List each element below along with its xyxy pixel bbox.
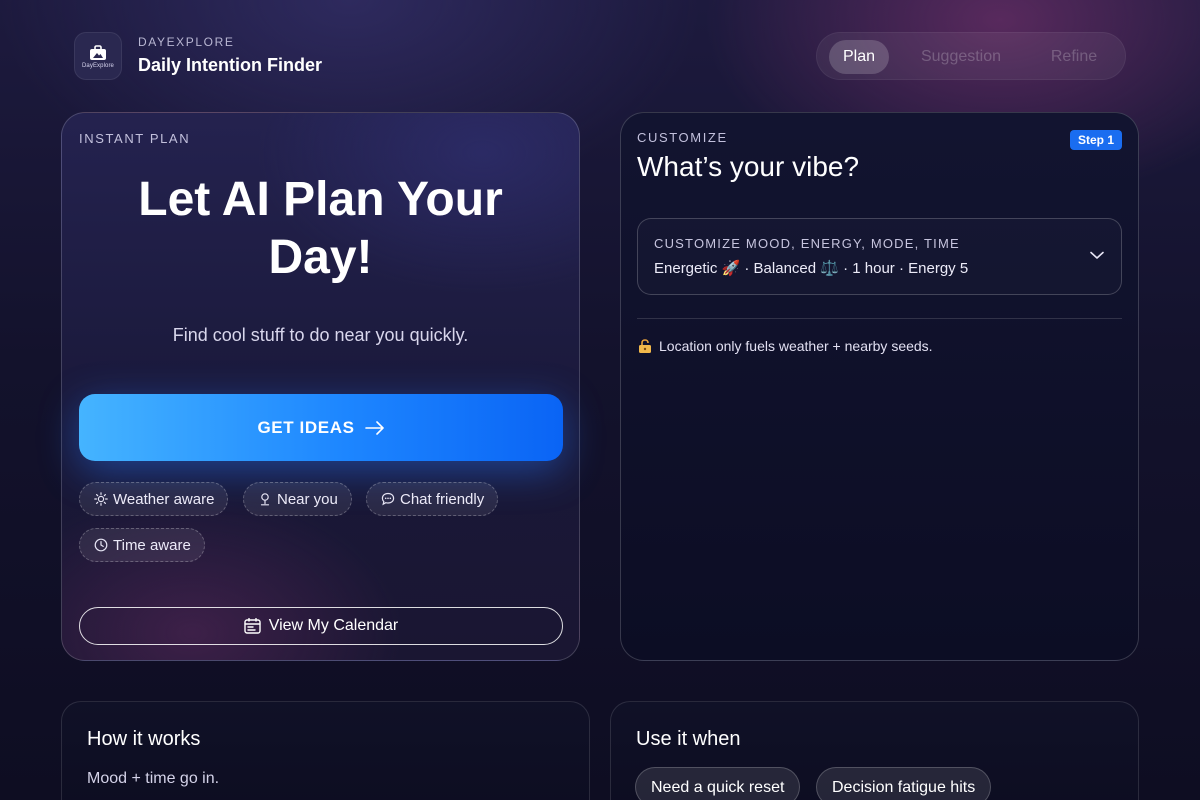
location-pin-icon [260,493,270,506]
chip-time-aware[interactable]: Time aware [79,528,205,562]
instant-plan-eyebrow: INSTANT PLAN [79,131,191,146]
use-it-when-card: Use it when Need a quick reset Decision … [610,701,1139,800]
divider [637,318,1122,319]
chip-label: Near you [277,490,338,508]
dropdown-value: Energetic 🚀 · Balanced ⚖️ · 1 hour · Ene… [654,260,969,277]
pill-decision-fatigue[interactable]: Decision fatigue hits [816,767,992,800]
tab-suggestion[interactable]: Suggestion [911,40,1011,74]
brand: DAYEXPLORE Daily Intention Finder [138,35,322,76]
lock-icon [639,339,651,353]
hero-title-line-2: Day! [268,231,373,284]
dropdown-label: CUSTOMIZE MOOD, ENERGY, MODE, TIME [654,236,960,251]
clock-icon [94,538,108,552]
chip-near-you[interactable]: Near you [243,482,352,516]
tab-bar: Plan Suggestion Refine [816,32,1126,80]
customize-eyebrow: CUSTOMIZE [637,130,728,145]
bag-icon [90,45,106,60]
chip-label: Weather aware [113,490,215,508]
pill-quick-reset[interactable]: Need a quick reset [635,767,801,800]
customize-card: CUSTOMIZE Step 1 What’s your vibe? CUSTO… [620,112,1139,661]
tab-plan[interactable]: Plan [829,40,889,74]
location-note-text: Location only fuels weather + nearby see… [659,338,933,354]
chat-bubble-icon [381,492,395,506]
app-title: Daily Intention Finder [138,55,323,75]
get-ideas-label: GET IDEAS [257,417,355,437]
vibe-title: What’s your vibe? [637,151,860,182]
chip-weather-aware[interactable]: Weather aware [79,482,229,516]
chevron-down-icon [1090,251,1104,259]
chip-chat-friendly[interactable]: Chat friendly [366,482,499,516]
step-badge: Step 1 [1069,130,1122,150]
how-it-works-card: How it works Mood + time go in. [61,701,590,800]
chip-label: Chat friendly [400,490,485,508]
use-it-when-title: Use it when [636,728,741,750]
location-note: Location only fuels weather + nearby see… [637,338,933,354]
get-ideas-button[interactable]: GET IDEAS [79,394,563,461]
hero-title: Let AI Plan Your Day! [62,171,579,287]
view-calendar-label: View My Calendar [268,617,399,634]
sun-icon [94,492,108,506]
app-logo[interactable]: DayExplore [74,32,122,80]
how-it-works-title: How it works [87,728,201,750]
brand-eyebrow: DAYEXPLORE [138,35,235,49]
how-it-works-text: Mood + time go in. [87,770,220,787]
chip-label: Time aware [113,536,191,554]
arrow-right-icon [364,420,384,435]
app-header: DayExplore DAYEXPLORE Daily Intention Fi… [74,32,1126,80]
instant-plan-card: INSTANT PLAN Let AI Plan Your Day! Find … [61,112,580,661]
hero-subtitle: Find cool stuff to do near you quickly. [172,325,469,345]
hero-title-line-1: Let AI Plan Your [138,173,503,226]
view-calendar-button[interactable]: View My Calendar [79,607,563,645]
customize-dropdown[interactable]: CUSTOMIZE MOOD, ENERGY, MODE, TIME Energ… [637,218,1122,295]
tab-refine[interactable]: Refine [1039,40,1109,74]
calendar-icon [244,618,261,634]
logo-text: DayExplore [81,63,114,69]
